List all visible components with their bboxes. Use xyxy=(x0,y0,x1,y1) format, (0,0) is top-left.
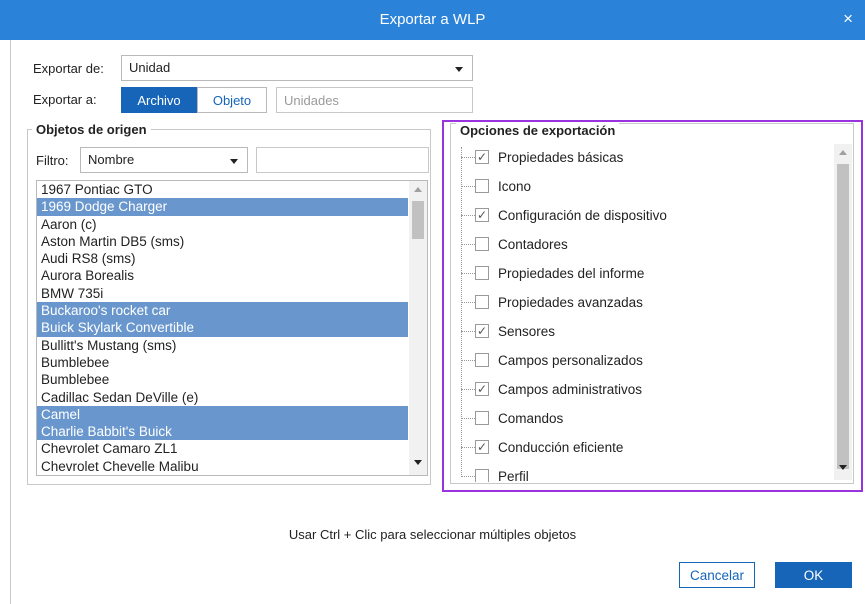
close-icon[interactable]: × xyxy=(843,10,853,27)
export-option-item[interactable]: Campos personalizados xyxy=(461,351,821,371)
list-item[interactable]: Bumblebee xyxy=(37,354,408,371)
tree-branch xyxy=(461,389,475,390)
filter-select[interactable]: Nombre xyxy=(80,147,248,173)
title-bar: Exportar a WLP × xyxy=(0,0,865,40)
list-item[interactable]: Aston Martin DB5 (sms) xyxy=(37,233,408,250)
tree-branch xyxy=(461,157,475,158)
export-from-select[interactable]: Unidad xyxy=(121,55,473,81)
list-item[interactable]: Chevrolet Camaro ZL1 xyxy=(37,440,408,457)
export-option-label: Sensores xyxy=(498,324,556,339)
export-option-item[interactable]: ✓ Sensores xyxy=(461,322,821,342)
export-option-item[interactable]: ✓ Campos administrativos xyxy=(461,380,821,400)
scroll-up-icon[interactable] xyxy=(414,187,422,192)
export-from-label: Exportar de: xyxy=(33,61,104,76)
export-option-item[interactable]: Propiedades del informe xyxy=(461,264,821,284)
export-option-item[interactable]: ✓ Conducción eficiente xyxy=(461,438,821,458)
checkbox-unchecked-icon[interactable] xyxy=(475,469,489,482)
list-item[interactable]: Buckaroo's rocket car xyxy=(37,302,408,320)
export-option-item[interactable]: ✓ Propiedades básicas xyxy=(461,148,821,168)
tree-branch xyxy=(461,447,475,448)
list-item[interactable]: Chevrolet Chevelle Malibu xyxy=(37,458,408,475)
checkbox-checked-icon[interactable]: ✓ xyxy=(475,440,489,454)
list-item[interactable]: Camel xyxy=(37,405,408,424)
list-item[interactable]: Bumblebee xyxy=(37,371,408,388)
scroll-down-icon[interactable] xyxy=(414,460,422,465)
chevron-down-icon xyxy=(230,159,238,164)
export-option-label: Campos personalizados xyxy=(498,353,643,368)
export-option-item[interactable]: Perfil xyxy=(461,467,821,482)
checkbox-unchecked-icon[interactable] xyxy=(475,411,489,425)
tree-branch xyxy=(461,418,475,419)
export-option-label: Configuración de dispositivo xyxy=(498,208,667,223)
export-option-label: Propiedades del informe xyxy=(498,266,645,281)
export-option-item[interactable]: ✓ Configuración de dispositivo xyxy=(461,206,821,226)
tree-branch xyxy=(461,331,475,332)
tree-branch xyxy=(461,186,475,187)
export-option-label: Comandos xyxy=(498,411,564,426)
list-item[interactable]: Aurora Borealis xyxy=(37,267,408,284)
list-item[interactable]: 1967 Pontiac GTO xyxy=(37,181,408,198)
export-option-label: Campos administrativos xyxy=(498,382,643,397)
source-objects-legend: Objetos de origen xyxy=(36,122,147,137)
list-item[interactable]: BMW 735i xyxy=(37,285,408,302)
export-option-item[interactable]: Comandos xyxy=(461,409,821,429)
export-option-label: Perfil xyxy=(498,469,529,482)
list-item[interactable]: 1969 Dodge Charger xyxy=(37,198,408,216)
filter-value: Nombre xyxy=(88,152,135,167)
scroll-thumb[interactable] xyxy=(412,201,424,239)
checkbox-unchecked-icon[interactable] xyxy=(475,237,489,251)
export-to-label: Exportar a: xyxy=(33,92,97,107)
tree-branch xyxy=(461,215,475,216)
filter-input[interactable] xyxy=(256,147,429,173)
dialog-title: Exportar a WLP xyxy=(379,11,486,28)
scroll-thumb[interactable] xyxy=(837,164,849,469)
list-item[interactable]: Audi RS8 (sms) xyxy=(37,250,408,267)
export-option-label: Icono xyxy=(498,179,532,194)
list-item[interactable]: Aaron (c) xyxy=(37,216,408,233)
export-option-label: Contadores xyxy=(498,237,568,252)
checkbox-checked-icon[interactable]: ✓ xyxy=(475,208,489,222)
export-option-item[interactable]: Contadores xyxy=(461,235,821,255)
checkbox-unchecked-icon[interactable] xyxy=(475,353,489,367)
chevron-down-icon xyxy=(455,67,463,72)
list-item[interactable]: Cadillac Sedan DeVille (e) xyxy=(37,389,408,406)
export-options-list[interactable]: ✓ Propiedades básicas Icono ✓ Configuración … xyxy=(461,142,851,482)
list-item[interactable]: Bullitt's Mustang (sms) xyxy=(37,337,408,354)
filter-label: Filtro: xyxy=(36,153,69,168)
export-option-label: Propiedades avanzadas xyxy=(498,295,643,310)
export-from-value: Unidad xyxy=(129,60,171,75)
units-input[interactable]: Unidades xyxy=(276,87,473,113)
source-list-scrollbar[interactable] xyxy=(409,181,427,475)
export-option-label: Conducción eficiente xyxy=(498,440,624,455)
cancel-button[interactable]: Cancelar xyxy=(679,562,756,588)
checkbox-checked-icon[interactable]: ✓ xyxy=(475,150,489,164)
multi-select-hint: Usar Ctrl + Clic para seleccionar múltip… xyxy=(288,527,577,542)
options-scrollbar[interactable] xyxy=(834,144,852,480)
checkbox-unchecked-icon[interactable] xyxy=(475,295,489,309)
export-to-objeto-button[interactable]: Objeto xyxy=(197,87,267,113)
scroll-down-icon[interactable] xyxy=(839,465,847,470)
list-item[interactable]: Charlie Babbit's Buick xyxy=(37,423,408,441)
export-option-label: Propiedades básicas xyxy=(498,150,624,165)
export-to-archivo-button[interactable]: Archivo xyxy=(121,87,197,113)
ok-button[interactable]: OK xyxy=(775,562,852,588)
source-object-list[interactable]: 1967 Pontiac GTO 1969 Dodge Charger Aaron … xyxy=(36,180,428,476)
checkbox-unchecked-icon[interactable] xyxy=(475,266,489,280)
checkbox-checked-icon[interactable]: ✓ xyxy=(475,324,489,338)
export-options-legend: Opciones de exportación xyxy=(456,123,620,138)
tree-branch xyxy=(461,302,475,303)
checkbox-checked-icon[interactable]: ✓ xyxy=(475,382,489,396)
tree-branch xyxy=(461,273,475,274)
checkbox-unchecked-icon[interactable] xyxy=(475,179,489,193)
export-option-item[interactable]: Icono xyxy=(461,177,821,197)
tree-branch xyxy=(461,476,475,477)
list-item[interactable]: Buick Skylark Convertible xyxy=(37,319,408,337)
scroll-up-icon[interactable] xyxy=(839,150,847,155)
tree-branch xyxy=(461,244,475,245)
export-option-item[interactable]: Propiedades avanzadas xyxy=(461,293,821,313)
tree-branch xyxy=(461,360,475,361)
